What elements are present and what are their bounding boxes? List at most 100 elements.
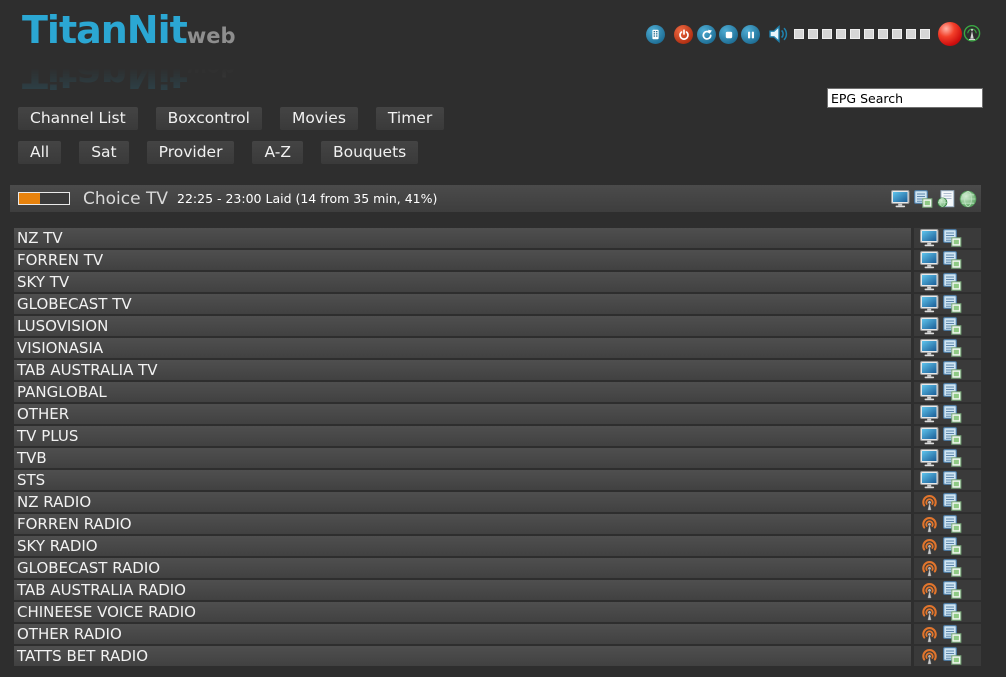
epg-list-icon[interactable] xyxy=(914,190,933,208)
channel-name[interactable]: FORREN TV xyxy=(14,250,911,270)
channel-name[interactable]: TAB AUSTRALIA RADIO xyxy=(14,580,911,600)
epg-list-icon[interactable] xyxy=(943,427,962,445)
stop-icon[interactable] xyxy=(719,25,738,44)
epg-list-icon[interactable] xyxy=(943,361,962,379)
channel-name[interactable]: TVB xyxy=(14,448,911,468)
tv-icon[interactable] xyxy=(920,361,939,379)
filter-bouquets[interactable]: Bouquets xyxy=(321,141,418,164)
epg-list-icon[interactable] xyxy=(943,471,962,489)
epg-list-icon[interactable] xyxy=(943,251,962,269)
progress-fill xyxy=(19,193,40,204)
tv-icon[interactable] xyxy=(920,471,939,489)
epg-list-icon[interactable] xyxy=(943,273,962,291)
channel-name[interactable]: SKY RADIO xyxy=(14,536,911,556)
volume-step[interactable] xyxy=(878,29,888,39)
volume-step[interactable] xyxy=(920,29,930,39)
volume-mute-icon[interactable] xyxy=(768,24,790,44)
epg-list-icon[interactable] xyxy=(943,603,962,621)
tab-channel-list[interactable]: Channel List xyxy=(18,107,138,130)
restart-icon[interactable] xyxy=(697,25,716,44)
channel-row: VISIONASIA xyxy=(14,338,981,358)
volume-step[interactable] xyxy=(864,29,874,39)
channel-name[interactable]: OTHER xyxy=(14,404,911,424)
channel-name[interactable]: GLOBECAST TV xyxy=(14,294,911,314)
filter-a-z[interactable]: A-Z xyxy=(252,141,302,164)
radio-icon[interactable] xyxy=(920,538,939,555)
volume-step[interactable] xyxy=(850,29,860,39)
epg-list-icon[interactable] xyxy=(943,383,962,401)
epg-list-icon[interactable] xyxy=(943,493,962,511)
channel-name[interactable]: TATTS BET RADIO xyxy=(14,646,911,666)
tv-icon[interactable] xyxy=(920,273,939,291)
radio-icon[interactable] xyxy=(920,604,939,621)
channel-name[interactable]: FORREN RADIO xyxy=(14,514,911,534)
epg-list-icon[interactable] xyxy=(943,647,962,665)
filter-sat[interactable]: Sat xyxy=(79,141,128,164)
channel-name[interactable]: TAB AUSTRALIA TV xyxy=(14,360,911,380)
tv-icon[interactable] xyxy=(920,339,939,357)
channel-name[interactable]: STS xyxy=(14,470,911,490)
radio-icon[interactable] xyxy=(920,582,939,599)
channel-name[interactable]: PANGLOBAL xyxy=(14,382,911,402)
channel-actions xyxy=(914,294,981,314)
tv-icon[interactable] xyxy=(920,405,939,423)
volume-step[interactable] xyxy=(794,29,804,39)
epg-list-icon[interactable] xyxy=(943,625,962,643)
signal-icon[interactable] xyxy=(962,24,982,44)
epg-list-icon[interactable] xyxy=(943,515,962,533)
epg-list-icon[interactable] xyxy=(943,295,962,313)
radio-icon[interactable] xyxy=(920,648,939,665)
volume-step[interactable] xyxy=(808,29,818,39)
channel-row: FORREN RADIO xyxy=(14,514,981,534)
volume-step[interactable] xyxy=(906,29,916,39)
tv-icon[interactable] xyxy=(920,449,939,467)
radio-icon[interactable] xyxy=(920,560,939,577)
epg-list-icon[interactable] xyxy=(943,405,962,423)
epg-list-icon[interactable] xyxy=(943,449,962,467)
filter-all[interactable]: All xyxy=(18,141,61,164)
channel-actions xyxy=(914,272,981,292)
channel-name[interactable]: NZ TV xyxy=(14,228,911,248)
volume-step[interactable] xyxy=(822,29,832,39)
tab-timer[interactable]: Timer xyxy=(376,107,444,130)
volume-step[interactable] xyxy=(836,29,846,39)
tv-icon[interactable] xyxy=(920,251,939,269)
channel-actions xyxy=(914,426,981,446)
channel-row: LUSOVISION xyxy=(14,316,981,336)
filter-provider[interactable]: Provider xyxy=(147,141,235,164)
tab-boxcontrol[interactable]: Boxcontrol xyxy=(156,107,262,130)
pause-icon[interactable] xyxy=(741,25,760,44)
epg-list-icon[interactable] xyxy=(943,339,962,357)
epg-list-icon[interactable] xyxy=(943,581,962,599)
channel-row: TAB AUSTRALIA TV xyxy=(14,360,981,380)
tab-movies[interactable]: Movies xyxy=(280,107,358,130)
tv-icon[interactable] xyxy=(920,229,939,247)
tv-icon[interactable] xyxy=(920,317,939,335)
radio-icon[interactable] xyxy=(920,516,939,533)
volume-step[interactable] xyxy=(892,29,902,39)
remote-control-icon[interactable] xyxy=(646,25,665,44)
channel-name[interactable]: OTHER RADIO xyxy=(14,624,911,644)
globe-icon[interactable] xyxy=(959,190,977,208)
channel-name[interactable]: CHINEESE VOICE RADIO xyxy=(14,602,911,622)
epg-list-icon[interactable] xyxy=(943,229,962,247)
tv-icon[interactable] xyxy=(920,295,939,313)
radio-icon[interactable] xyxy=(920,626,939,643)
radio-icon[interactable] xyxy=(920,494,939,511)
epg-web-icon[interactable] xyxy=(937,190,955,208)
epg-list-icon[interactable] xyxy=(943,317,962,335)
channel-name[interactable]: VISIONASIA xyxy=(14,338,911,358)
channel-name[interactable]: SKY TV xyxy=(14,272,911,292)
epg-search-input[interactable] xyxy=(827,88,983,108)
tv-screen-icon[interactable] xyxy=(891,190,910,208)
epg-list-icon[interactable] xyxy=(943,537,962,555)
channel-name[interactable]: GLOBECAST RADIO xyxy=(14,558,911,578)
channel-name[interactable]: TV PLUS xyxy=(14,426,911,446)
channel-row: TVB xyxy=(14,448,981,468)
tv-icon[interactable] xyxy=(920,383,939,401)
channel-name[interactable]: LUSOVISION xyxy=(14,316,911,336)
power-icon[interactable] xyxy=(674,25,693,44)
tv-icon[interactable] xyxy=(920,427,939,445)
channel-name[interactable]: NZ RADIO xyxy=(14,492,911,512)
epg-list-icon[interactable] xyxy=(943,559,962,577)
